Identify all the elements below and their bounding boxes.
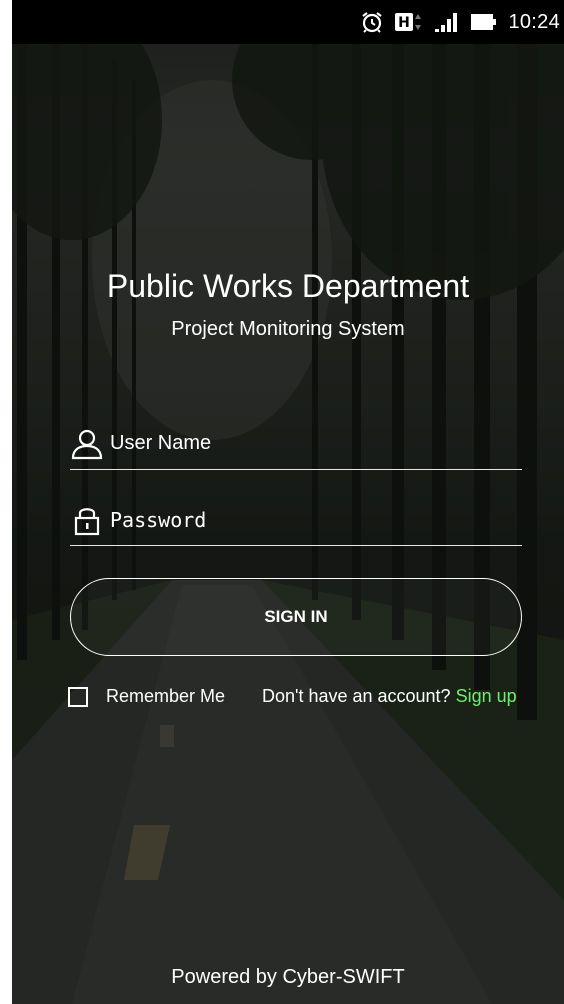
alarm-icon — [360, 10, 384, 34]
app-subtitle: Project Monitoring System — [171, 318, 405, 340]
signup-prompt: Don't have an account? Sign up — [262, 686, 517, 707]
remember-me-row: Remember Me — [68, 686, 225, 707]
status-time: 10:24 — [508, 10, 560, 33]
username-field — [70, 418, 522, 470]
user-icon — [70, 427, 104, 461]
status-bar: H 10:24 — [12, 0, 564, 44]
username-input[interactable] — [110, 423, 522, 464]
account-prompt-text: Don't have an account? — [262, 686, 451, 706]
password-input[interactable] — [110, 499, 522, 540]
left-edge-strip — [0, 0, 12, 1004]
remember-me-label: Remember Me — [106, 686, 226, 706]
app-title: Public Works Department — [106, 268, 470, 304]
signal-icon — [434, 11, 460, 33]
powered-by-footer: Powered by Cyber-SWIFT — [171, 966, 405, 988]
battery-icon — [470, 11, 498, 33]
sign-up-link[interactable]: Sign up — [456, 686, 517, 706]
password-field — [70, 494, 522, 546]
lock-icon — [70, 503, 104, 537]
h-network-icon: H — [394, 10, 424, 34]
login-screen: H 10:24 Public Works Department Project … — [0, 0, 564, 1004]
remember-me-checkbox[interactable] — [68, 686, 88, 707]
sign-in-button[interactable]: SIGN IN — [70, 578, 522, 656]
svg-text:H: H — [399, 15, 411, 31]
